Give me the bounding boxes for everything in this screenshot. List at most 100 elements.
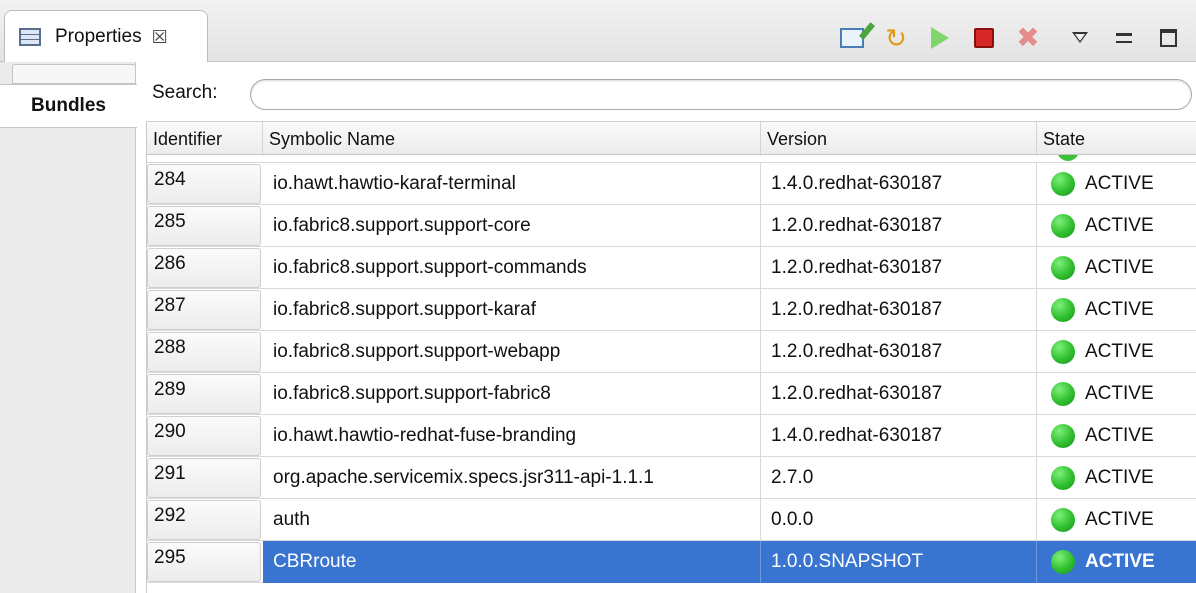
view-menu-icon	[1072, 32, 1088, 44]
refresh-icon: ↻	[885, 23, 907, 53]
table-row[interactable]: 286 io.fabric8.support.support-commands 1.…	[147, 247, 1196, 289]
search-label: Search:	[152, 82, 218, 103]
active-status-icon	[1051, 466, 1075, 490]
table-row[interactable]: 288 io.fabric8.support.support-webapp 1.2.…	[147, 331, 1196, 373]
cell-symbolic-name: io.hawt.hawtio-karaf-terminal	[263, 163, 761, 205]
state-label: ACTIVE	[1085, 467, 1154, 488]
cell-symbolic-name: io.fabric8.support.support-commands	[263, 247, 761, 289]
cell-state: ACTIVE	[1037, 415, 1196, 457]
cell-identifier: 288	[147, 332, 261, 372]
table-row[interactable]: 292 auth 0.0.0 ACTIVE	[147, 499, 1196, 541]
cell-version: 1.2.0.redhat-630187	[761, 247, 1037, 289]
active-status-icon	[1051, 214, 1075, 238]
column-header-version[interactable]: Version	[761, 122, 1037, 156]
bundles-tab[interactable]: Bundles	[0, 84, 137, 128]
start-button[interactable]	[924, 22, 956, 54]
column-header-identifier[interactable]: Identifier	[147, 122, 263, 156]
table-row-partial[interactable]	[147, 155, 1196, 163]
uninstall-button[interactable]: ✖	[1012, 22, 1044, 54]
active-status-icon	[1051, 382, 1075, 406]
refresh-button[interactable]: ↻	[880, 22, 912, 54]
table-header: Identifier Symbolic Name Version State	[147, 121, 1196, 156]
cell-state: ACTIVE	[1037, 457, 1196, 499]
cell-symbolic-name: io.fabric8.support.support-fabric8	[263, 373, 761, 415]
active-status-icon	[1051, 424, 1075, 448]
cell-version: 1.0.0.SNAPSHOT	[761, 541, 1037, 583]
minimize-button[interactable]	[1108, 22, 1140, 54]
maximize-button[interactable]	[1152, 22, 1184, 54]
cell-version: 1.2.0.redhat-630187	[761, 373, 1037, 415]
table-row[interactable]: 295 CBRroute 1.0.0.SNAPSHOT ACTIVE	[147, 541, 1196, 583]
table-row[interactable]: 289 io.fabric8.support.support-fabric8 1.2…	[147, 373, 1196, 415]
table-row[interactable]: 291 org.apache.servicemix.specs.jsr311-ap…	[147, 457, 1196, 499]
cell-state: ACTIVE	[1037, 205, 1196, 247]
state-label: ACTIVE	[1085, 551, 1155, 572]
state-label: ACTIVE	[1085, 341, 1154, 362]
cell-symbolic-name: io.fabric8.support.support-karaf	[263, 289, 761, 331]
active-status-icon	[1051, 172, 1075, 196]
view-menu-button[interactable]	[1064, 22, 1096, 54]
bundles-table: Identifier Symbolic Name Version State 2…	[146, 121, 1196, 593]
cell-version: 1.2.0.redhat-630187	[761, 289, 1037, 331]
cell-identifier: 284	[147, 164, 261, 204]
cell-version: 1.4.0.redhat-630187	[761, 415, 1037, 457]
cell-symbolic-name: io.fabric8.support.support-webapp	[263, 331, 761, 373]
cell-state: ACTIVE	[1037, 289, 1196, 331]
active-status-icon	[1051, 340, 1075, 364]
cell-identifier: 290	[147, 416, 261, 456]
cell-version: 1.4.0.redhat-630187	[761, 163, 1037, 205]
properties-view-icon	[19, 27, 41, 46]
delete-icon: ✖	[1016, 22, 1040, 53]
cell-state: ACTIVE	[1037, 499, 1196, 541]
stop-button[interactable]	[968, 22, 1000, 54]
state-label: ACTIVE	[1085, 299, 1154, 320]
cell-version: 1.2.0.redhat-630187	[761, 331, 1037, 373]
table-row[interactable]: 285 io.fabric8.support.support-core 1.2.0.…	[147, 205, 1196, 247]
table-row[interactable]: 290 io.hawt.hawtio-redhat-fuse-branding 1.…	[147, 415, 1196, 457]
cell-identifier: 289	[147, 374, 261, 414]
cell-symbolic-name: CBRroute	[263, 541, 761, 583]
state-label: ACTIVE	[1085, 509, 1154, 530]
active-status-icon	[1057, 155, 1079, 161]
column-header-state[interactable]: State	[1037, 122, 1196, 156]
play-icon	[931, 27, 949, 49]
view-toolbar: ↻ ✖	[836, 22, 1184, 54]
state-label: ACTIVE	[1085, 215, 1154, 236]
properties-tab[interactable]: Properties ☒	[4, 10, 208, 62]
cell-version: 1.2.0.redhat-630187	[761, 205, 1037, 247]
cell-state: ACTIVE	[1037, 541, 1196, 583]
state-label: ACTIVE	[1085, 173, 1154, 194]
cell-symbolic-name: io.fabric8.support.support-core	[263, 205, 761, 247]
column-header-symbolic-name[interactable]: Symbolic Name	[263, 122, 761, 156]
search-input[interactable]	[250, 79, 1192, 110]
minimize-icon	[1116, 33, 1132, 43]
cell-state: ACTIVE	[1037, 331, 1196, 373]
cell-identifier: 287	[147, 290, 261, 330]
state-label: ACTIVE	[1085, 383, 1154, 404]
properties-side-tabs	[0, 62, 136, 593]
cell-identifier: 286	[147, 248, 261, 288]
side-tab-empty[interactable]	[12, 64, 136, 84]
maximize-icon	[1159, 29, 1177, 47]
properties-tab-label: Properties	[55, 25, 142, 47]
cell-state: ACTIVE	[1037, 247, 1196, 289]
view-tab-bar: Properties ☒ ↻ ✖	[0, 0, 1196, 62]
table-row[interactable]: 287 io.fabric8.support.support-karaf 1.2.0…	[147, 289, 1196, 331]
active-status-icon	[1051, 550, 1075, 574]
state-label: ACTIVE	[1085, 425, 1154, 446]
table-body: 284 io.hawt.hawtio-karaf-terminal 1.4.0.re…	[147, 163, 1196, 583]
cell-identifier: 285	[147, 206, 261, 246]
cell-version: 2.7.0	[761, 457, 1037, 499]
cell-state: ACTIVE	[1037, 163, 1196, 205]
close-tab-icon[interactable]: ☒	[152, 28, 168, 46]
cell-state: ACTIVE	[1037, 373, 1196, 415]
cell-identifier: 295	[147, 542, 261, 582]
cell-symbolic-name: auth	[263, 499, 761, 541]
cell-symbolic-name: org.apache.servicemix.specs.jsr311-api-1…	[263, 457, 761, 499]
stop-icon	[974, 28, 994, 48]
edit-button[interactable]	[836, 22, 868, 54]
cell-identifier: 291	[147, 458, 261, 498]
active-status-icon	[1051, 298, 1075, 322]
cell-version: 0.0.0	[761, 499, 1037, 541]
table-row[interactable]: 284 io.hawt.hawtio-karaf-terminal 1.4.0.re…	[147, 163, 1196, 205]
